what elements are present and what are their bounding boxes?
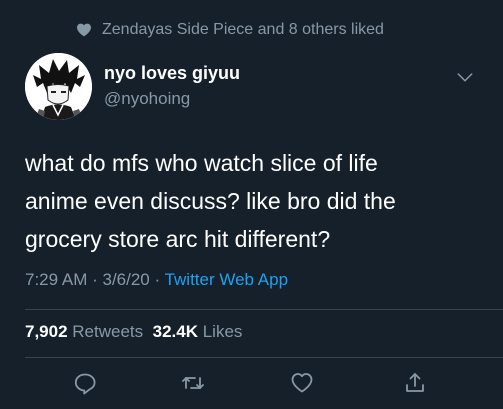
author-name[interactable]: nyo loves giyuu — [104, 63, 240, 84]
tweet-meta: 7:29 AM · 3/6/20 · Twitter Web App — [25, 270, 288, 290]
tweet-text-line: anime even discuss? like bro did the — [25, 188, 396, 214]
divider — [25, 357, 503, 358]
reply-button[interactable] — [72, 372, 98, 398]
tweet-time[interactable]: 7:29 AM — [25, 270, 87, 289]
retweets-stat[interactable]: 7,902 Retweets — [25, 322, 143, 341]
heart-icon — [76, 22, 92, 38]
like-icon — [290, 371, 314, 400]
share-button[interactable] — [402, 372, 428, 398]
social-context-text[interactable]: Zendayas Side Piece and 8 others liked — [102, 21, 384, 39]
tweet-text-line: what do mfs who watch slice of life — [25, 150, 378, 176]
chevron-down-icon[interactable] — [456, 68, 474, 86]
social-context: Zendayas Side Piece and 8 others liked — [76, 19, 384, 41]
tweet-stats: 7,902 Retweets 32.4K Likes — [25, 322, 242, 342]
tweet-date[interactable]: 3/6/20 — [102, 270, 149, 289]
retweets-label: Retweets — [72, 322, 144, 341]
divider — [25, 309, 503, 310]
likes-label: Likes — [202, 322, 243, 341]
tweet-text: what do mfs who watch slice of life anim… — [25, 144, 485, 258]
retweets-count: 7,902 — [25, 322, 68, 341]
likes-stat[interactable]: 32.4K Likes — [153, 322, 243, 341]
avatar[interactable] — [25, 53, 92, 120]
meta-separator: · — [87, 270, 103, 289]
retweet-button[interactable] — [180, 372, 206, 398]
reply-icon — [73, 371, 97, 400]
share-icon — [403, 371, 427, 400]
author-handle[interactable]: @nyohoing — [104, 89, 190, 109]
tweet-card: Zendayas Side Piece and 8 others liked n… — [0, 0, 503, 409]
likes-count: 32.4K — [152, 322, 198, 341]
tweet-text-line: grocery store arc hit different? — [25, 226, 331, 252]
tweet-source-link[interactable]: Twitter Web App — [165, 270, 288, 289]
retweet-icon — [181, 371, 205, 400]
meta-separator: · — [149, 270, 165, 289]
like-button[interactable] — [289, 372, 315, 398]
